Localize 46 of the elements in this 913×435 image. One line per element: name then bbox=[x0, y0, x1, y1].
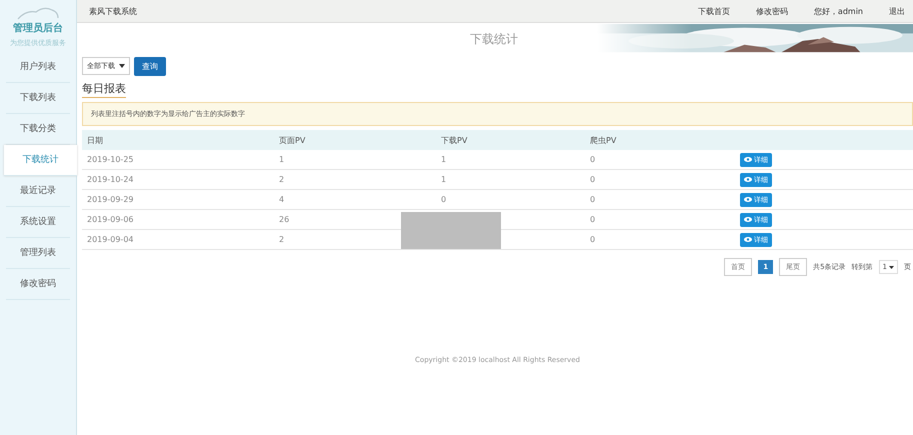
page-title: 下载统计 bbox=[470, 31, 518, 48]
sidebar-item[interactable]: 用户列表 bbox=[6, 52, 70, 83]
table-cell-text: 0 bbox=[590, 175, 596, 184]
eye-icon bbox=[744, 197, 752, 202]
table-cell-text: 2019-10-25 bbox=[86, 155, 134, 164]
eye-icon bbox=[744, 177, 752, 182]
caret-icon bbox=[889, 266, 894, 268]
table-cell: 1 bbox=[441, 155, 446, 164]
table-cell-text: 2019-10-24 bbox=[86, 175, 134, 184]
sidebar-item[interactable]: 最近记录 bbox=[6, 176, 70, 207]
system-name: 素风下载系统 bbox=[89, 6, 137, 16]
table-cell-text: 2019-09-04 bbox=[86, 235, 134, 244]
eye-icon bbox=[744, 237, 752, 242]
column-header: 日期 bbox=[86, 134, 104, 146]
table-cell-text: 0 bbox=[590, 195, 596, 204]
table-cell-text: 26 bbox=[279, 215, 290, 224]
query-button[interactable]: 查询 bbox=[134, 56, 166, 76]
table-cell: 1 bbox=[441, 175, 446, 184]
top-link[interactable]: 下载首页 bbox=[698, 6, 730, 16]
cloud-logo-icon bbox=[16, 6, 60, 20]
table-cell-text: 2 bbox=[279, 175, 286, 184]
table-cell: 0 bbox=[441, 195, 446, 204]
sidebar-item[interactable]: 修改密码 bbox=[6, 269, 70, 300]
column-header: 页面PV bbox=[279, 134, 306, 146]
column-header: 下载PV bbox=[441, 134, 468, 146]
section-heading: 每日报表 bbox=[82, 81, 126, 98]
sidebar-item[interactable]: 系统设置 bbox=[6, 207, 70, 238]
eye-icon bbox=[744, 157, 752, 162]
table-cell-text: 2019-09-06 bbox=[86, 215, 134, 224]
table-cell-text: 0 bbox=[590, 235, 596, 244]
caret-icon bbox=[119, 64, 125, 68]
sidebar-title: 管理员后台 bbox=[13, 22, 63, 35]
eye-icon bbox=[744, 217, 752, 222]
table-cell-text: 2019-09-29 bbox=[86, 195, 134, 204]
sidebar-item[interactable]: 下载统计 bbox=[4, 145, 77, 176]
table-cell-text: 0 bbox=[590, 215, 596, 224]
top-link[interactable]: 您好，admin bbox=[814, 6, 863, 16]
table-cell-text: 2 bbox=[279, 235, 286, 244]
column-header: 爬虫PV bbox=[590, 134, 618, 146]
table-cell-text: 0 bbox=[590, 155, 596, 164]
sidebar-item[interactable]: 下载列表 bbox=[6, 83, 70, 114]
top-link[interactable]: 修改密码 bbox=[756, 6, 788, 16]
top-link[interactable]: 退出 bbox=[889, 6, 905, 16]
table-cell-text: 4 bbox=[279, 195, 286, 204]
sidebar-item[interactable]: 管理列表 bbox=[6, 238, 70, 269]
table-cell-text: 1 bbox=[279, 155, 286, 164]
